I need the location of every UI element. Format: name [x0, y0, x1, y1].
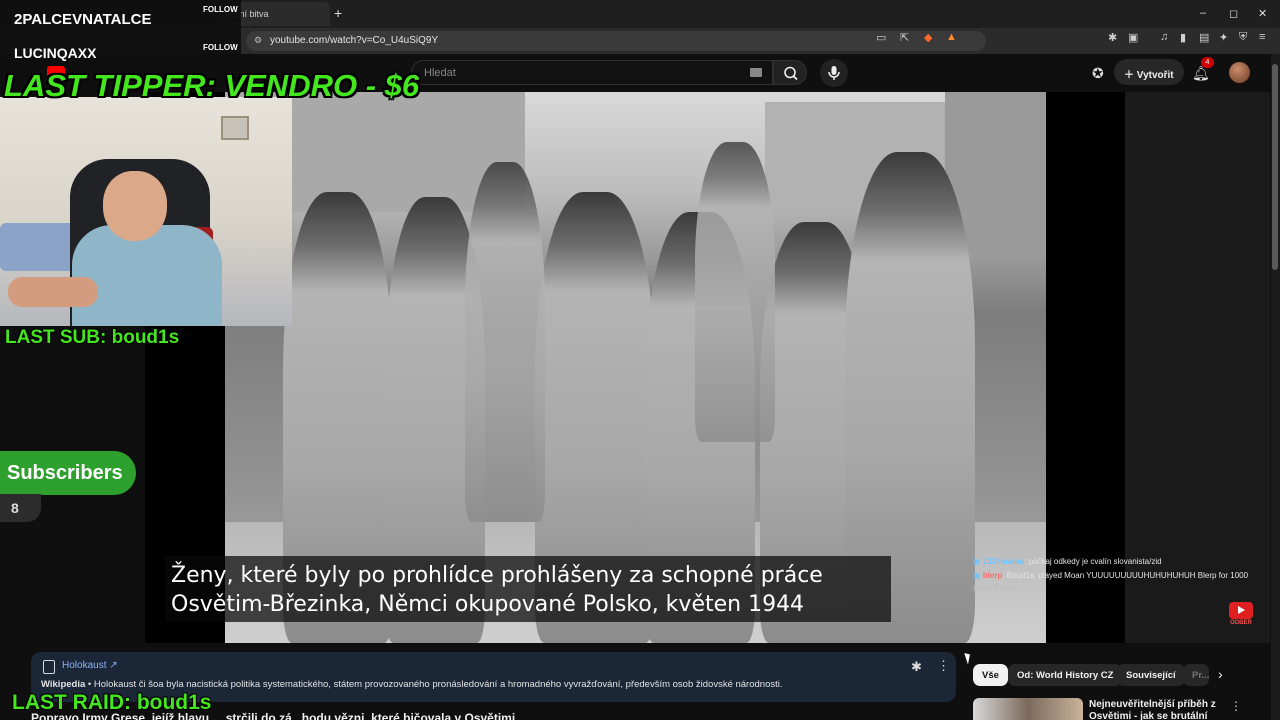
- chat-text: : počkaj odkedy je cvalín slovanista/zid: [1024, 557, 1162, 566]
- streamer-webcam: [0, 97, 292, 326]
- chip-more[interactable]: Pr...: [1183, 664, 1209, 686]
- chat-message: ▣ 1337mamu: počkaj odkedy je cvalín slov…: [973, 557, 1162, 566]
- search-input[interactable]: Hledat: [411, 60, 773, 85]
- follower-name: 2PALCEVNATALCE: [14, 11, 152, 28]
- subscribers-count: 8: [0, 494, 41, 522]
- microphone-icon: [828, 66, 840, 80]
- last-raid-label: LAST RAID: boud1s: [12, 691, 212, 714]
- site-info-icon[interactable]: ⚙: [254, 35, 262, 46]
- brave-rewards-icon[interactable]: ▲: [946, 31, 957, 43]
- settings-icon[interactable]: ✱: [911, 659, 922, 675]
- reading-list-icon[interactable]: ▮: [1180, 31, 1186, 44]
- minimize-button[interactable]: –: [1200, 7, 1206, 19]
- document-icon: [43, 660, 55, 674]
- subtitle-line-2: Osvětim-Březinka, Němci okupované Polsko…: [171, 592, 805, 617]
- voice-search-button[interactable]: [820, 59, 848, 87]
- maximize-button[interactable]: ◻: [1229, 7, 1238, 20]
- wallet-icon[interactable]: ▤: [1199, 31, 1209, 44]
- plus-icon: ＋: [1124, 70, 1137, 81]
- youtube-play-icon: [1229, 602, 1253, 619]
- media-control-icon[interactable]: ♫: [1160, 31, 1168, 43]
- subtitle-line-1: Ženy, které byly po prohlídce prohlášeny…: [171, 563, 823, 588]
- chevron-right-icon[interactable]: ›: [1218, 666, 1223, 682]
- url-text: youtube.com/watch?v=Co_U4uSiQ9Y: [270, 35, 439, 46]
- search-button[interactable]: [773, 60, 807, 85]
- follower-name: LUCINQAXX: [14, 45, 97, 61]
- share-icon[interactable]: ⇱: [900, 31, 909, 44]
- info-panel-title-link[interactable]: Holokaust ↗: [62, 660, 118, 671]
- info-panel-source: Wikipedia: [41, 679, 86, 690]
- keyboard-icon[interactable]: [750, 68, 762, 77]
- sidebar-icon[interactable]: ▣: [1128, 31, 1138, 44]
- chat-text: Blerp Points!: [973, 584, 1019, 593]
- follow-label: FOLLOW: [203, 5, 238, 14]
- url-field[interactable]: ⚙ youtube.com/watch?v=Co_U4uSiQ9Y: [246, 31, 986, 51]
- install-app-icon[interactable]: ▭: [876, 31, 886, 44]
- chat-user-icon: ▣: [973, 557, 983, 566]
- more-options-icon[interactable]: ⋮: [937, 658, 950, 674]
- search-placeholder: Hledat: [424, 67, 456, 79]
- last-tipper-banner: LAST TIPPER: VENDRO - $6: [4, 68, 420, 103]
- create-label: Vytvořit: [1136, 70, 1174, 81]
- info-panel-text: Wikipedia • Holokaust či šoa byla nacist…: [41, 679, 783, 690]
- close-window-button[interactable]: ✕: [1258, 7, 1267, 20]
- subscribers-widget: Subscribers: [0, 451, 136, 495]
- mouse-cursor-icon: [964, 651, 973, 665]
- chat-text: : Boud1s, played Moan YUUUUUUUUUHUHUHUHU…: [1002, 571, 1249, 580]
- recommendation-title[interactable]: Nejneuvěřitelnější příběh z Osvětimi - j…: [1089, 699, 1229, 720]
- scrollbar-thumb[interactable]: [1272, 64, 1278, 270]
- chat-username: 1337mamu: [982, 557, 1025, 566]
- chip-all[interactable]: Vše: [973, 664, 1008, 686]
- account-avatar[interactable]: [1229, 62, 1250, 83]
- recommendation-thumbnail[interactable]: [973, 698, 1083, 720]
- browser-menu-icon[interactable]: ≡: [1259, 31, 1265, 43]
- search-icon: [784, 66, 798, 81]
- info-panel-description: • Holokaust či šoa byla nacistická polit…: [85, 679, 783, 690]
- odber-label: ODBĚR: [1230, 620, 1252, 626]
- notification-count-badge: 4: [1201, 57, 1214, 68]
- chat-user-icon: ▣: [973, 571, 983, 580]
- leo-ai-icon[interactable]: ✦: [1219, 31, 1228, 44]
- screen: ...ní bitva + – ◻ ✕ ⚙ youtube.com/watch?…: [0, 0, 1280, 720]
- new-tab-button[interactable]: +: [334, 5, 342, 21]
- chat-message: Blerp Points!: [973, 584, 1018, 593]
- brave-shield-icon[interactable]: ◆: [924, 31, 932, 44]
- follow-alerts-panel: 2PALCEVNATALCE FOLLOW LUCINQAXX FOLLOW: [0, 0, 241, 66]
- vpn-shield-icon[interactable]: ⛨: [1239, 31, 1247, 44]
- create-button[interactable]: ＋ Vytvořit: [1114, 59, 1184, 85]
- chip-from-channel[interactable]: Od: World History CZ: [1008, 664, 1123, 686]
- more-options-icon[interactable]: ⋮: [1230, 699, 1242, 713]
- chip-related[interactable]: Související: [1117, 664, 1185, 686]
- last-sub-label: LAST SUB: boud1s: [5, 327, 180, 348]
- chat-message: ▣ blerp: Boud1s, played Moan YUUUUUUUUUH…: [973, 571, 1248, 580]
- extensions-puzzle-icon[interactable]: ✱: [1108, 31, 1117, 44]
- follow-label: FOLLOW: [203, 43, 238, 52]
- video-subtitles: Ženy, které byly po prohlídce prohlášeny…: [165, 556, 891, 622]
- chat-username: blerp: [982, 571, 1003, 580]
- cast-icon[interactable]: ✪: [1092, 65, 1104, 82]
- subscribe-overlay-badge: ODBĚR: [1227, 602, 1255, 628]
